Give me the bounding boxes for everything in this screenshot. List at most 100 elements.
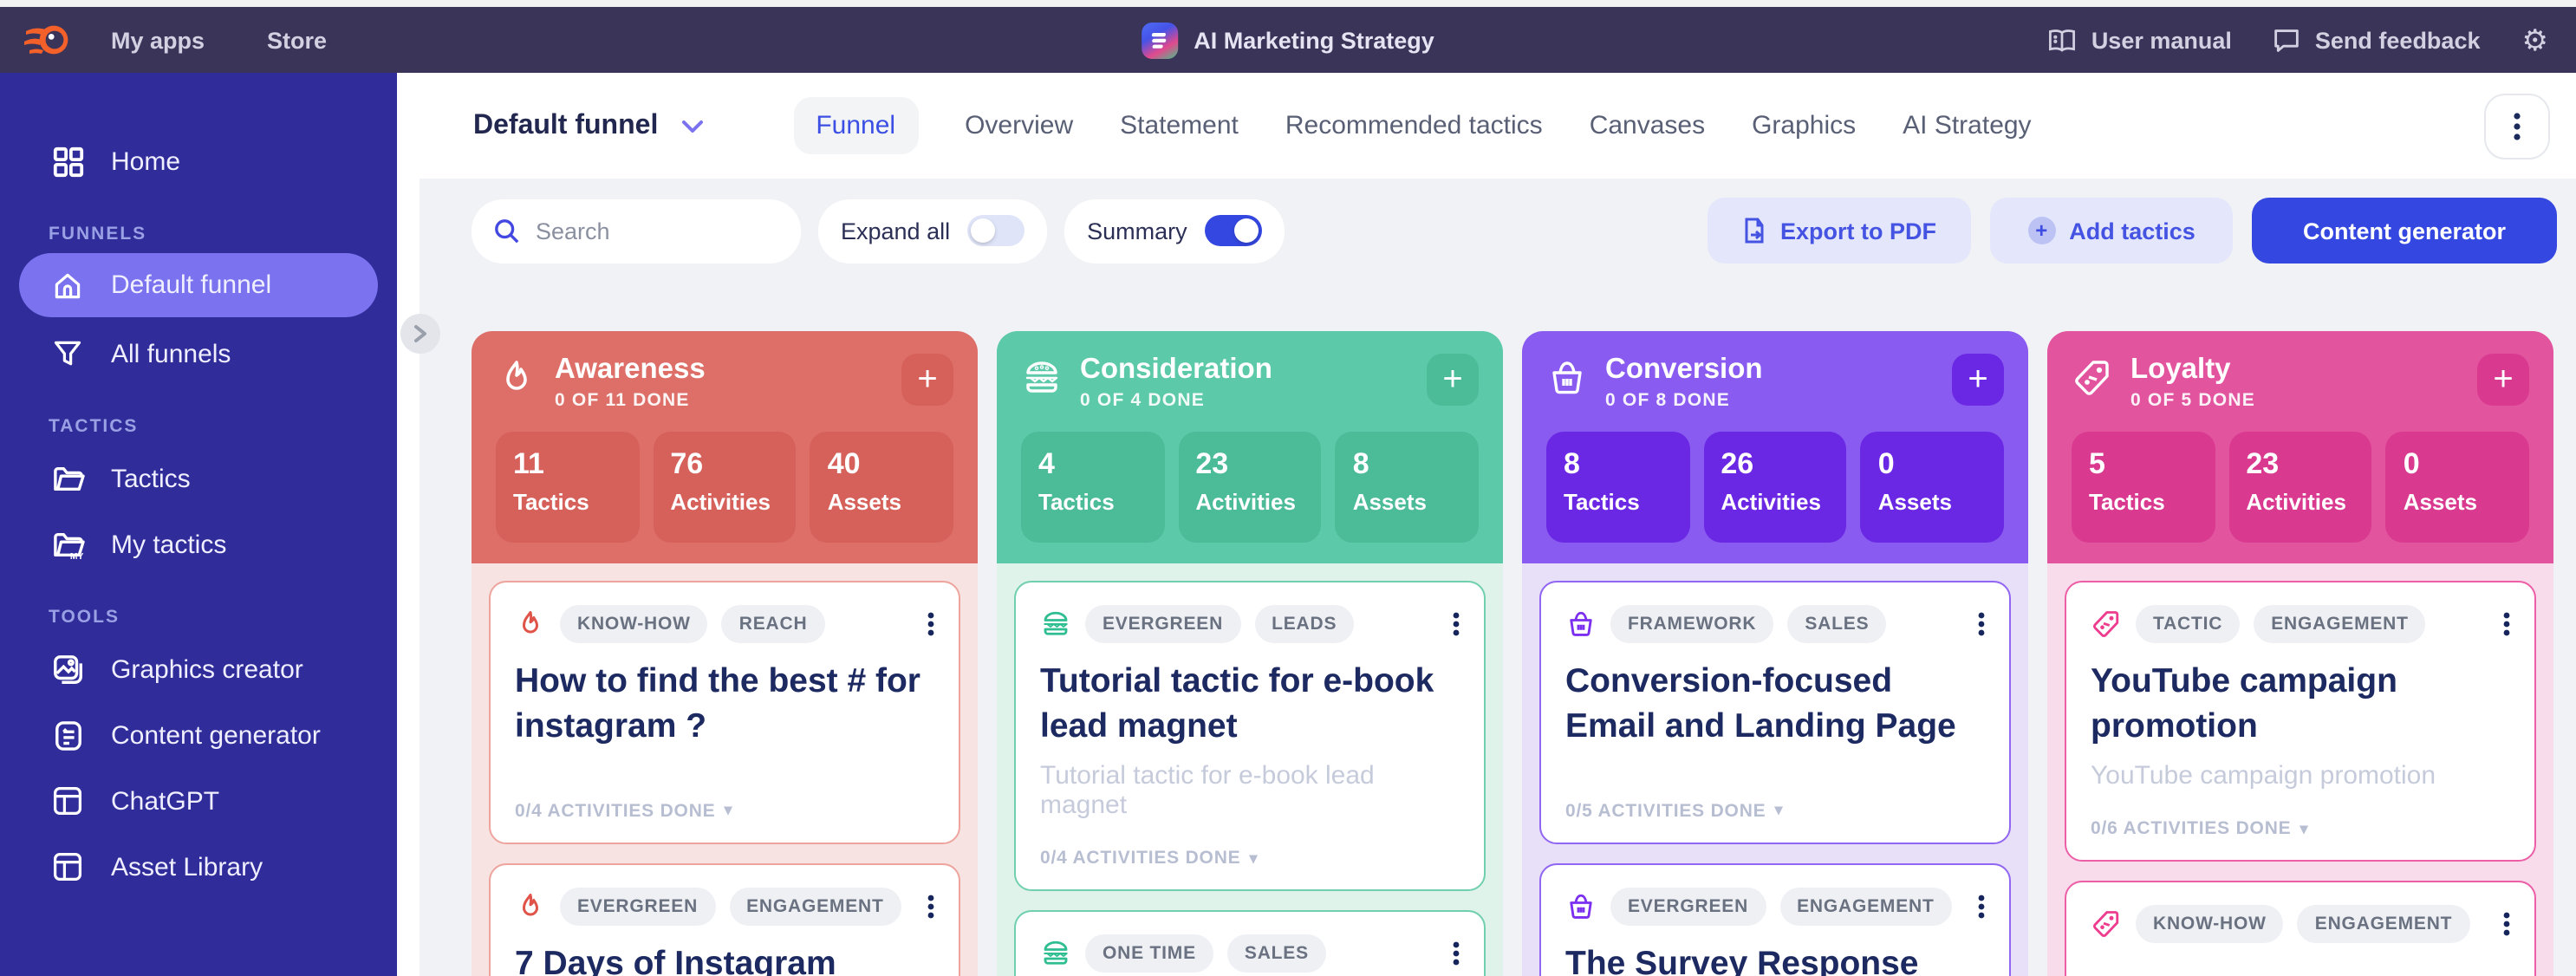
- stat-activities: 26 Activities: [1703, 432, 1846, 543]
- tab-recommended-tactics[interactable]: Recommended tactics: [1285, 111, 1543, 140]
- card-title[interactable]: Tutorial tactic for e-book lead magnet: [1040, 660, 1460, 750]
- tab-overview[interactable]: Overview: [965, 111, 1073, 140]
- sidebar-item-content-generator[interactable]: Content generator: [0, 702, 397, 768]
- card-title[interactable]: The Survey Response: [1565, 943, 1985, 976]
- tactic-card[interactable]: FRAMEWORK SALES Conversion-focused Email…: [1539, 581, 2011, 844]
- card-kebab-button[interactable]: [1453, 612, 1460, 636]
- kebab-icon: [1978, 612, 1985, 636]
- card-kebab-button[interactable]: [1978, 895, 1985, 919]
- card-activities-expander[interactable]: 0/6 ACTIVITIES DONE ▾: [2091, 791, 2510, 840]
- sidebar-item-chatgpt[interactable]: ChatGPT: [0, 768, 397, 834]
- tactic-card[interactable]: EVERGREEN ENGAGEMENT The Survey Response: [1539, 863, 2011, 976]
- card-title[interactable]: Conversion-focused Email and Landing Pag…: [1565, 660, 1985, 750]
- column-consideration: Consideration 0 OF 4 DONE + 4 Tactics: [997, 331, 1503, 976]
- export-to-pdf-button[interactable]: Export to PDF: [1708, 198, 1971, 264]
- search-input[interactable]: [536, 218, 761, 244]
- tab-graphics[interactable]: Graphics: [1752, 111, 1856, 140]
- caret-down-icon: ▾: [2300, 820, 2308, 839]
- flame-icon: [515, 608, 546, 640]
- sidebar-item-graphics-creator[interactable]: Graphics creator: [0, 636, 397, 702]
- semrush-logo-icon[interactable]: [21, 19, 73, 61]
- app-title-group: AI Marketing Strategy: [1142, 7, 1434, 73]
- stat-value: 40: [828, 447, 953, 482]
- card-kebab-button[interactable]: [2503, 612, 2510, 636]
- add-tactic-plus-button[interactable]: +: [1952, 354, 2004, 406]
- activities-done-label: 0/5 ACTIVITIES DONE: [1565, 801, 1766, 822]
- funnel-selector-label: Default funnel: [473, 110, 658, 141]
- file-export-icon: [1742, 217, 1766, 244]
- sidebar-item-my-tactics[interactable]: MY My tactics: [0, 511, 397, 577]
- tactic-card[interactable]: TACTIC ENGAGEMENT YouTube campaign promo…: [2065, 581, 2536, 862]
- column-loyalty: Loyalty 0 OF 5 DONE + 5 Tactics: [2047, 331, 2553, 976]
- tab-ai-strategy[interactable]: AI Strategy: [1903, 111, 2031, 140]
- stat-value: 8: [1353, 447, 1479, 482]
- column-done-count: 0 OF 11 DONE: [555, 390, 706, 411]
- add-tactic-plus-button[interactable]: +: [901, 354, 953, 406]
- user-manual-button[interactable]: User manual: [2048, 27, 2232, 53]
- topbar-store-link[interactable]: Store: [243, 27, 351, 53]
- card-badge: ENGAGEMENT: [2254, 605, 2426, 643]
- expand-all-switch[interactable]: [967, 215, 1025, 246]
- card-kebab-button[interactable]: [1453, 942, 1460, 966]
- stat-value: 76: [670, 447, 796, 482]
- card-badge: TACTIC: [2136, 605, 2240, 643]
- kebab-icon: [2503, 612, 2510, 636]
- layout-icon: [50, 784, 85, 818]
- card-badge: ONE TIME: [1085, 935, 1213, 973]
- tab-statement[interactable]: Statement: [1120, 111, 1239, 140]
- summary-switch[interactable]: [1205, 215, 1262, 246]
- card-kebab-button[interactable]: [927, 895, 934, 919]
- settings-gear-icon[interactable]: ⚙: [2522, 25, 2549, 55]
- funnel-columns: Awareness 0 OF 11 DONE + 11 Tactics: [472, 331, 2576, 976]
- card-title[interactable]: How to find the best # for instagram ?: [515, 660, 934, 750]
- sidebar-collapse-button[interactable]: [400, 314, 440, 354]
- topbar-my-apps-link[interactable]: My apps: [87, 27, 229, 53]
- card-badge: FRAMEWORK: [1610, 605, 1773, 643]
- tab-canvases[interactable]: Canvases: [1590, 111, 1705, 140]
- card-kebab-button[interactable]: [2503, 913, 2510, 937]
- card-title[interactable]: YouTube campaign promotion: [2091, 660, 2510, 750]
- tactic-card[interactable]: KNOW-HOW REACH How to find the best # fo…: [489, 581, 960, 844]
- funnel-options-kebab-button[interactable]: [2484, 93, 2550, 159]
- stat-activities: 76 Activities: [653, 432, 796, 543]
- column-header: Awareness 0 OF 11 DONE + 11 Tactics: [472, 331, 978, 563]
- sidebar-item-default-funnel[interactable]: Default funnel: [19, 253, 378, 317]
- funnel-selector-dropdown[interactable]: Default funnel: [473, 110, 703, 141]
- sidebar-item-asset-library[interactable]: Asset Library: [0, 834, 397, 900]
- sidebar-item-tactics[interactable]: Tactics: [0, 446, 397, 511]
- card-activities-expander[interactable]: 0/5 ACTIVITIES DONE ▾: [1565, 773, 1985, 822]
- tactic-card[interactable]: ONE TIME SALES: [1014, 911, 1486, 976]
- add-tactics-button[interactable]: + Add tactics: [1990, 198, 2233, 264]
- card-activities-expander[interactable]: 0/4 ACTIVITIES DONE ▾: [515, 773, 934, 822]
- chevron-down-icon: [680, 119, 703, 133]
- column-card-list: FRAMEWORK SALES Conversion-focused Email…: [1522, 563, 2028, 976]
- add-tactic-plus-button[interactable]: +: [2477, 354, 2529, 406]
- tactic-card[interactable]: EVERGREEN LEADS Tutorial tactic for e-bo…: [1014, 581, 1486, 892]
- sidebar-item-home[interactable]: Home: [0, 128, 397, 194]
- add-tactic-plus-button[interactable]: +: [1427, 354, 1479, 406]
- tab-funnel[interactable]: Funnel: [793, 97, 918, 154]
- card-title[interactable]: 7 Days of Instagram: [515, 943, 934, 976]
- tactic-card[interactable]: KNOW-HOW ENGAGEMENT: [2065, 882, 2536, 976]
- card-activities-expander[interactable]: 0/4 ACTIVITIES DONE ▾: [1040, 821, 1460, 869]
- tab-list: Funnel Overview Statement Recommended ta…: [793, 97, 2031, 154]
- app-title: AI Marketing Strategy: [1194, 27, 1434, 53]
- activities-done-label: 0/4 ACTIVITIES DONE: [1040, 849, 1240, 869]
- price-tag-icon: [2091, 909, 2122, 940]
- card-badge: EVERGREEN: [1085, 605, 1240, 643]
- burger-icon: [1040, 608, 1071, 640]
- tactic-card[interactable]: EVERGREEN ENGAGEMENT 7 Days of Instagram: [489, 863, 960, 976]
- sidebar-item-all-funnels[interactable]: All funnels: [0, 321, 397, 387]
- summary-toggle[interactable]: Summary: [1064, 198, 1285, 263]
- sidebar-section-funnels: FUNNELS: [49, 224, 397, 244]
- send-feedback-button[interactable]: Send feedback: [2274, 27, 2481, 53]
- summary-label: Summary: [1087, 218, 1187, 244]
- column-conversion: Conversion 0 OF 8 DONE + 8 Tactics: [1522, 331, 2028, 976]
- search-box[interactable]: [472, 198, 801, 263]
- card-badge: ENGAGEMENT: [729, 888, 901, 926]
- card-kebab-button[interactable]: [927, 612, 934, 636]
- content-generator-button[interactable]: Content generator: [2252, 198, 2557, 264]
- expand-all-toggle[interactable]: Expand all: [818, 198, 1047, 263]
- stat-value: 26: [1721, 447, 1846, 482]
- card-kebab-button[interactable]: [1978, 612, 1985, 636]
